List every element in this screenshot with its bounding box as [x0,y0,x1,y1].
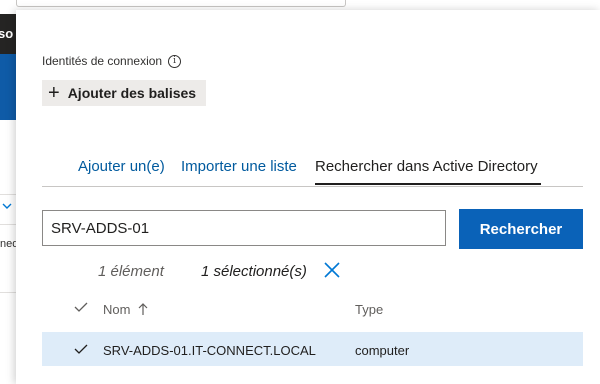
background-page: so ned [0,0,16,384]
active-tab-indicator [315,183,541,185]
background-text-fragment: ned [0,238,16,250]
background-header-text: so [0,26,14,41]
plus-icon: + [48,82,60,104]
search-button[interactable]: Rechercher [459,209,583,249]
row-checkmark-icon[interactable] [74,342,88,356]
chevron-down-icon[interactable] [2,199,12,213]
selected-count: 1 sélectionné(s) [201,263,307,280]
column-header-name[interactable]: Nom [103,302,130,317]
add-identities-panel: Identités de connexion i + Ajouter des b… [16,10,600,384]
background-search-box [16,0,346,7]
select-all-checkmark-icon[interactable] [74,300,88,314]
tab-bar: Ajouter un(e) Importer une liste Recherc… [42,150,583,187]
tab-add-one[interactable]: Ajouter un(e) [78,158,172,175]
background-divider [0,194,16,195]
info-icon[interactable]: i [168,54,182,68]
search-input[interactable] [42,210,446,246]
column-header-type[interactable]: Type [355,302,383,317]
tab-search-active-directory[interactable]: Rechercher dans Active Directory [315,158,541,175]
sort-ascending-icon[interactable] [138,302,148,316]
clear-selection-icon[interactable] [322,260,342,280]
add-tags-button[interactable]: + Ajouter des balises [42,80,207,106]
background-header: so [0,14,16,54]
table-header: Nom Type [42,300,583,324]
table-row[interactable]: SRV-ADDS-01.IT-CONNECT.LOCAL computer [42,332,583,366]
background-divider [0,292,16,293]
background-banner [0,54,16,120]
identity-label: Identités de connexion [42,54,163,68]
background-divider [0,224,16,225]
add-tags-label: Ajouter des balises [67,85,197,101]
identity-header: Identités de connexion i [42,54,182,68]
row-type-cell: computer [355,343,410,358]
row-name-cell: SRV-ADDS-01.IT-CONNECT.LOCAL [103,343,316,358]
result-count: 1 élément [98,263,164,280]
tab-import-list[interactable]: Importer une liste [181,158,299,175]
